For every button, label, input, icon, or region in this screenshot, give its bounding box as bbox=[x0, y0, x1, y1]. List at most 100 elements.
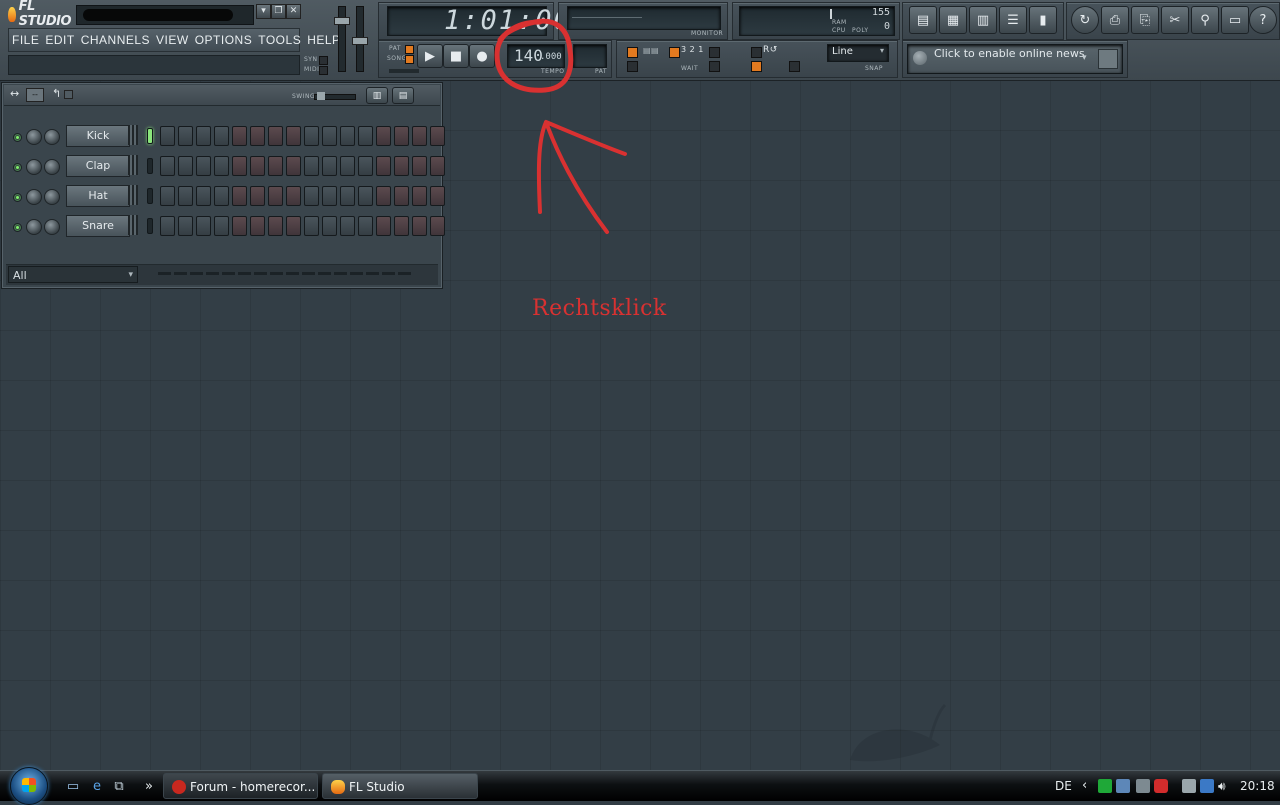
undo-icon[interactable]: ↻ bbox=[1071, 6, 1099, 34]
menu-channels[interactable]: CHANNELS bbox=[78, 29, 153, 51]
piano-roll-icon[interactable]: ▥ bbox=[969, 6, 997, 34]
step-button[interactable] bbox=[376, 186, 391, 206]
step-button[interactable] bbox=[160, 186, 175, 206]
midi-toggle[interactable] bbox=[319, 66, 328, 75]
pattern-number-display[interactable] bbox=[573, 44, 607, 68]
back-arrow-icon[interactable]: ↰ bbox=[52, 87, 61, 100]
wait-toggle[interactable] bbox=[709, 61, 720, 72]
pan-knob[interactable] bbox=[26, 189, 42, 205]
step-button[interactable] bbox=[304, 216, 319, 236]
step-button[interactable] bbox=[340, 126, 355, 146]
channel-button[interactable]: Kick bbox=[66, 125, 130, 147]
step-button[interactable] bbox=[322, 126, 337, 146]
channel-select-indicator[interactable] bbox=[147, 158, 153, 174]
step-button[interactable] bbox=[412, 156, 427, 176]
step-button[interactable] bbox=[178, 126, 193, 146]
step-button[interactable] bbox=[268, 216, 283, 236]
step-button[interactable] bbox=[196, 156, 211, 176]
step-button[interactable] bbox=[268, 156, 283, 176]
save-icon[interactable]: ⎙ bbox=[1101, 6, 1129, 34]
step-button[interactable] bbox=[160, 156, 175, 176]
close-rack-icon[interactable] bbox=[64, 90, 73, 99]
step-button[interactable] bbox=[250, 156, 265, 176]
step-button[interactable] bbox=[358, 186, 373, 206]
tray-expand-icon[interactable]: ‹ bbox=[1082, 771, 1087, 801]
step-button[interactable] bbox=[178, 216, 193, 236]
step-button[interactable] bbox=[430, 186, 445, 206]
graph-editor-icon[interactable]: ▥ bbox=[366, 87, 388, 104]
countdown-toggle[interactable] bbox=[669, 47, 680, 58]
step-button[interactable] bbox=[214, 156, 229, 176]
channel-grip[interactable] bbox=[128, 155, 138, 175]
step-button[interactable] bbox=[304, 126, 319, 146]
swing-slider[interactable] bbox=[314, 92, 356, 100]
step-button[interactable] bbox=[340, 186, 355, 206]
mixer-icon[interactable]: ▮ bbox=[1029, 6, 1057, 34]
volume-icon[interactable]: 🔊︎ bbox=[1218, 771, 1226, 801]
oscilloscope-display[interactable] bbox=[567, 6, 721, 30]
step-button[interactable] bbox=[286, 186, 301, 206]
options-icon[interactable]: -- bbox=[26, 88, 44, 102]
step-sequencer-icon[interactable]: ▦ bbox=[939, 6, 967, 34]
clock[interactable]: 20:18 bbox=[1240, 771, 1275, 801]
mute-led[interactable] bbox=[13, 193, 22, 202]
volume-knob[interactable] bbox=[44, 159, 60, 175]
step-button[interactable] bbox=[376, 126, 391, 146]
channel-button[interactable]: Hat bbox=[66, 185, 130, 207]
tray-battery-icon[interactable] bbox=[1182, 779, 1196, 793]
loop-record-toggle[interactable] bbox=[751, 47, 762, 58]
step-button[interactable] bbox=[232, 216, 247, 236]
step-button[interactable] bbox=[232, 126, 247, 146]
search-icon[interactable]: ⚲ bbox=[1191, 6, 1219, 34]
mute-led[interactable] bbox=[13, 163, 22, 172]
step-button[interactable] bbox=[340, 216, 355, 236]
channel-select-indicator[interactable] bbox=[147, 128, 153, 144]
channel-grip[interactable] bbox=[128, 185, 138, 205]
step-button[interactable] bbox=[286, 216, 301, 236]
step-button[interactable] bbox=[250, 186, 265, 206]
internet-explorer-icon[interactable]: e bbox=[88, 777, 106, 795]
online-news-bar[interactable]: Click to enable online news ▾ bbox=[907, 44, 1123, 74]
mute-led[interactable] bbox=[13, 133, 22, 142]
pan-knob[interactable] bbox=[26, 129, 42, 145]
channel-select-indicator[interactable] bbox=[147, 188, 153, 204]
keyboard-editor-icon[interactable]: ▤ bbox=[392, 87, 414, 104]
step-button[interactable] bbox=[322, 156, 337, 176]
step-button[interactable] bbox=[412, 216, 427, 236]
switch-windows-icon[interactable]: ⧉ bbox=[110, 777, 128, 795]
task-forum-browser[interactable]: Forum - homerecor... bbox=[163, 773, 318, 799]
channel-select-indicator[interactable] bbox=[147, 218, 153, 234]
step-button[interactable] bbox=[214, 126, 229, 146]
master-volume-slider[interactable] bbox=[334, 6, 350, 72]
step-button[interactable] bbox=[160, 126, 175, 146]
cut-icon[interactable]: ✂ bbox=[1161, 6, 1189, 34]
song-mode-toggle[interactable] bbox=[405, 55, 414, 64]
step-button[interactable] bbox=[214, 186, 229, 206]
step-button[interactable] bbox=[430, 156, 445, 176]
step-button[interactable] bbox=[196, 216, 211, 236]
step-button[interactable] bbox=[322, 216, 337, 236]
step-button[interactable] bbox=[430, 216, 445, 236]
syn-toggle[interactable] bbox=[319, 56, 328, 65]
step-button[interactable] bbox=[412, 126, 427, 146]
step-button[interactable] bbox=[394, 126, 409, 146]
channel-button[interactable]: Clap bbox=[66, 155, 130, 177]
typing-keyboard-icon[interactable]: ▤▤ bbox=[643, 46, 659, 55]
step-button[interactable] bbox=[322, 186, 337, 206]
step-button[interactable] bbox=[358, 216, 373, 236]
render-icon[interactable]: ▭ bbox=[1221, 6, 1249, 34]
browser-icon[interactable]: ☰ bbox=[999, 6, 1027, 34]
step-button[interactable] bbox=[358, 156, 373, 176]
step-button[interactable] bbox=[376, 156, 391, 176]
master-pitch-slider[interactable] bbox=[352, 6, 368, 72]
task-fl-studio[interactable]: FL Studio bbox=[322, 773, 478, 799]
position-slider[interactable] bbox=[389, 69, 419, 73]
user-icon[interactable] bbox=[1098, 49, 1118, 69]
channel-button[interactable]: Snare bbox=[66, 215, 130, 237]
multilink-toggle[interactable] bbox=[789, 61, 800, 72]
auto-scroll-toggle[interactable] bbox=[751, 61, 762, 72]
channel-grip[interactable] bbox=[128, 125, 138, 145]
step-button[interactable] bbox=[178, 186, 193, 206]
record-button[interactable]: ● bbox=[469, 44, 495, 68]
show-desktop-icon[interactable]: ▭ bbox=[64, 777, 82, 795]
